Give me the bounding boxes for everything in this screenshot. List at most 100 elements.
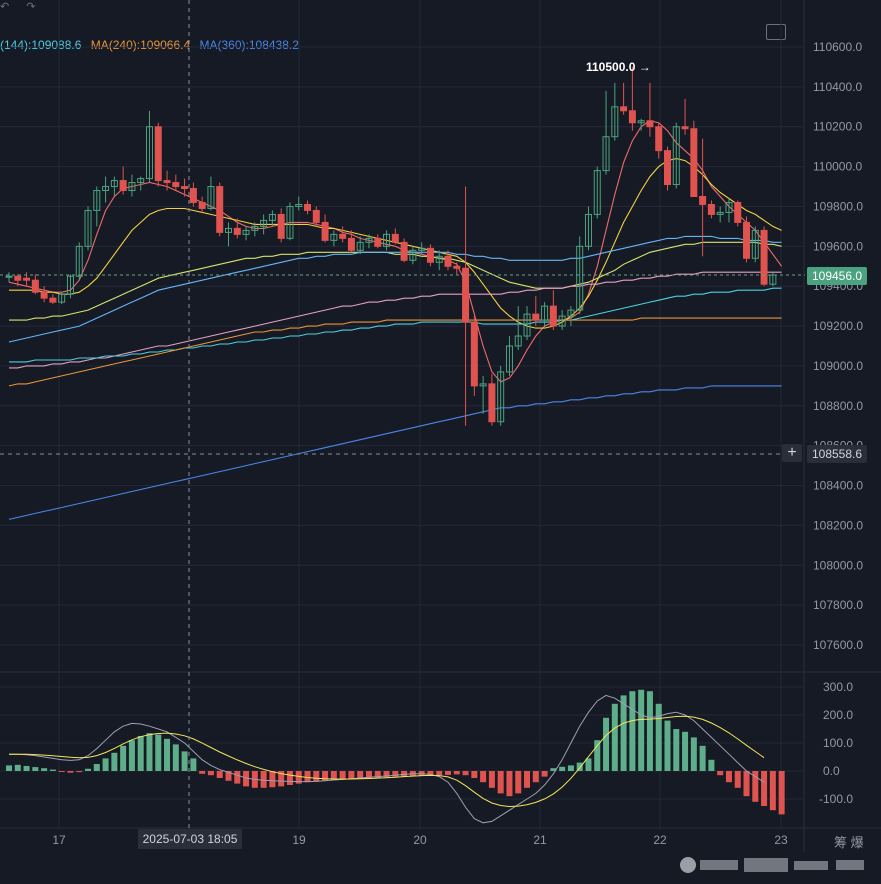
histogram-bar <box>541 771 548 777</box>
histogram-bar <box>260 771 267 788</box>
histogram-bar <box>234 771 241 784</box>
candle-body <box>426 247 434 263</box>
candle-body <box>532 313 540 321</box>
candle <box>110 176 118 197</box>
price-tick-label: 110600.0 <box>813 40 862 54</box>
candle <box>242 226 250 241</box>
histogram-bar <box>708 759 715 771</box>
add-alert-plus-icon[interactable]: + <box>782 444 802 462</box>
indicator-tick-label: 100.0 <box>823 736 853 750</box>
candle-body <box>444 255 452 267</box>
price-chart[interactable]: 110600.0 110400.0 110200.0 110000.0 109800.0… <box>0 0 881 884</box>
histogram-bar <box>6 765 12 771</box>
candle-body <box>628 110 636 124</box>
candle-body <box>181 186 189 190</box>
candle-body <box>690 128 698 197</box>
candle-body <box>321 221 329 241</box>
candle <box>699 138 707 257</box>
candle <box>102 176 110 203</box>
candle <box>716 206 724 223</box>
candle-body <box>760 229 768 285</box>
histogram-bar <box>559 766 566 771</box>
candle <box>172 174 180 191</box>
candle-body <box>31 279 39 293</box>
histogram-bar <box>664 720 671 771</box>
candle <box>760 226 768 287</box>
candle <box>751 226 759 263</box>
candle <box>488 373 496 426</box>
histogram-bar <box>216 771 223 778</box>
candle <box>611 82 619 141</box>
price-tick-label: 108400.0 <box>813 479 863 493</box>
candle <box>277 208 285 243</box>
price-tick-label: 108800.0 <box>813 399 863 413</box>
price-tick-label: 108200.0 <box>813 518 863 532</box>
candle <box>49 294 57 305</box>
candle-body <box>549 305 557 327</box>
histogram-bar <box>181 751 188 771</box>
candle-body <box>304 203 312 211</box>
candle-body <box>699 196 707 205</box>
crosshair-time-tag: 2025-07-03 18:05 <box>138 829 242 849</box>
candle <box>374 234 382 249</box>
histogram-bar <box>111 752 118 771</box>
histogram-bar <box>690 737 697 771</box>
histogram-bar <box>682 731 689 771</box>
histogram-bar <box>567 765 574 771</box>
candle <box>321 214 329 243</box>
histogram-bar <box>436 771 443 776</box>
histogram-bar <box>488 771 495 788</box>
histogram-bar <box>146 733 153 771</box>
histogram-bar <box>506 771 513 797</box>
histogram-bar <box>471 771 478 778</box>
price-tick-label: 109800.0 <box>813 199 863 213</box>
candle <box>453 262 461 275</box>
candle-body <box>40 291 48 299</box>
candle <box>655 122 663 159</box>
price-tick-label: 108000.0 <box>813 558 863 572</box>
histogram-bar <box>743 771 750 797</box>
candle <box>145 110 153 183</box>
histogram-bar <box>515 771 522 794</box>
time-tick-label: 22 <box>653 833 667 847</box>
candle <box>470 316 478 396</box>
candle-body <box>470 321 478 387</box>
indicator-tick-label: 200.0 <box>823 708 853 722</box>
time-tick-label: 19 <box>292 833 306 847</box>
candle <box>216 182 224 237</box>
candle-body <box>189 188 197 203</box>
price-tick-label: 109600.0 <box>813 239 863 253</box>
price-tick-label: 110200.0 <box>813 120 862 134</box>
histogram-bar <box>190 758 197 771</box>
candle <box>769 272 777 287</box>
candle <box>304 200 312 215</box>
candle-body <box>620 106 628 112</box>
time-tick-label: 17 <box>52 833 66 847</box>
histogram-bar <box>462 771 469 776</box>
candle-body <box>681 126 689 130</box>
candle-body <box>198 201 206 209</box>
candle-body <box>488 383 496 423</box>
candle <box>23 272 31 287</box>
histogram-bar <box>14 764 21 771</box>
candle <box>681 98 689 135</box>
histogram-bar <box>638 689 645 771</box>
histogram-bar <box>734 771 741 788</box>
histogram-bar <box>629 691 636 771</box>
price-tick-label: 107800.0 <box>813 598 863 612</box>
candle-body <box>172 182 180 188</box>
candle <box>339 226 347 243</box>
candle-body <box>312 209 320 223</box>
histogram-bar <box>164 738 171 771</box>
histogram-bar <box>137 736 144 771</box>
candle-body <box>216 186 224 233</box>
histogram-bar <box>85 768 92 771</box>
candle <box>189 182 197 207</box>
histogram-bar <box>620 695 627 771</box>
candle <box>330 230 338 247</box>
histogram-bar <box>717 771 724 776</box>
candle <box>198 196 206 213</box>
candle <box>462 186 470 426</box>
candle <box>40 286 48 303</box>
candle-body <box>163 180 171 184</box>
